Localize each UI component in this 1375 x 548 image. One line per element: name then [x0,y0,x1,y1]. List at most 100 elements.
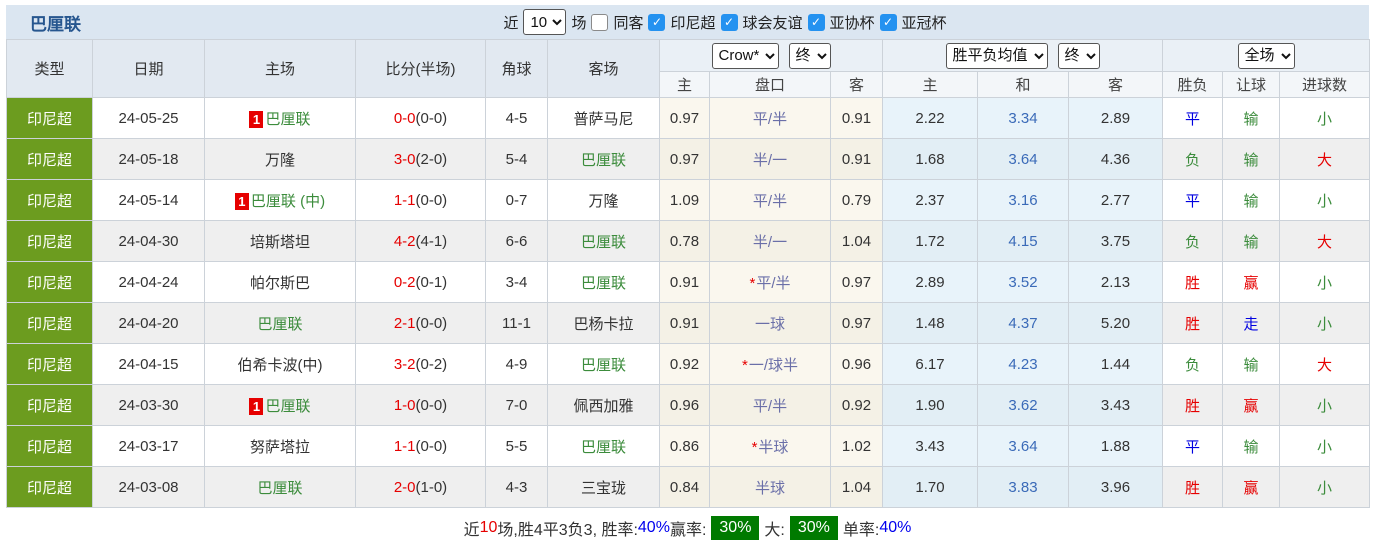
home-team-cell: 伯希卡波(中) [205,344,356,385]
subheader-goals: 进球数 [1280,72,1370,98]
rank-badge: 1 [235,193,249,210]
games-label: 场 [571,12,586,33]
odds-away-cell: 0.91 [831,98,883,139]
avg-away-cell: 4.36 [1069,139,1163,180]
match-stats-panel: 巴厘联 近 10 场 同客 印尼超 球会友谊 亚协杯 亚冠杯 类型 [0,0,1375,547]
corners-cell: 5-5 [486,426,548,467]
goals-result-cell: 小 [1280,98,1370,139]
league-filter-label-3: 亚冠杯 [902,12,947,33]
away-team-cell: 巴厘联 [548,139,660,180]
league-filter-checkbox-0[interactable] [648,14,665,31]
odds-home-cell: 0.78 [660,221,710,262]
score-cell: 1-1(0-0) [356,426,486,467]
away-team-cell: 巴杨卡拉 [548,303,660,344]
odds-away-cell: 0.97 [831,303,883,344]
handicap-cell: 半/一 [710,139,831,180]
summary-part: 大: [764,516,784,540]
scope-select[interactable]: 全场 [1238,43,1295,69]
avg-select-group: 胜平负均值终 [883,40,1163,72]
goals-result-cell: 小 [1280,385,1370,426]
corners-cell: 3-4 [486,262,548,303]
team-name: 巴厘联 [265,398,310,415]
recent-count-select[interactable]: 10 [523,9,566,35]
team-name: 普萨马尼 [573,111,633,128]
subheader-odds-away: 客 [831,72,883,98]
corners-cell: 4-5 [486,98,548,139]
odds-home-cell: 0.96 [660,385,710,426]
result-cell: 平 [1163,98,1223,139]
avg-time-select[interactable]: 终 [1058,43,1100,69]
result-cell: 胜 [1163,303,1223,344]
header-row-selects: 类型 日期 主场 比分(半场) 角球 客场 Crow*终 胜平负均值终 全场 [7,40,1370,72]
home-team-cell: 巴厘联 [205,303,356,344]
table-row: 印尼超24-05-251巴厘联0-0(0-0)4-5普萨马尼0.97平/半0.9… [7,98,1370,139]
corners-cell: 4-9 [486,344,548,385]
score-cell: 0-0(0-0) [356,98,486,139]
result-cell: 负 [1163,221,1223,262]
handicap-cell: 半球 [710,467,831,508]
league-cell: 印尼超 [7,180,93,221]
handicap-result-cell: 赢 [1223,467,1280,508]
summary-part: 40% [879,519,911,537]
odds-away-cell: 0.92 [831,385,883,426]
avg-home-cell: 1.72 [883,221,978,262]
avg-draw-cell: 3.64 [978,426,1069,467]
handicap-result-cell: 输 [1223,139,1280,180]
rank-badge: 1 [249,111,263,128]
same-venue-checkbox[interactable] [591,14,608,31]
result-cell: 平 [1163,426,1223,467]
league-cell: 印尼超 [7,98,93,139]
avg-home-cell: 1.68 [883,139,978,180]
avg-draw-cell: 3.83 [978,467,1069,508]
result-cell: 平 [1163,180,1223,221]
summary-part: 单率: [843,516,879,540]
handicap-cell: 平/半 [710,180,831,221]
top-bar: 巴厘联 近 10 场 同客 印尼超 球会友谊 亚协杯 亚冠杯 [6,5,1369,39]
handicap-result-cell: 输 [1223,180,1280,221]
table-row: 印尼超24-03-301巴厘联1-0(0-0)7-0佩西加雅0.96平/半0.9… [7,385,1370,426]
result-cell: 胜 [1163,467,1223,508]
odds-home-cell: 0.97 [660,98,710,139]
league-filter-label-0: 印尼超 [670,12,715,33]
odds-home-cell: 1.09 [660,180,710,221]
summary-part: 场,胜4平3负3, 胜率: [497,516,637,540]
home-team-cell: 巴厘联 [205,467,356,508]
col-header-corners: 角球 [486,40,548,98]
league-filter-checkbox-3[interactable] [880,14,897,31]
away-team-cell: 巴厘联 [548,262,660,303]
result-cell: 胜 [1163,262,1223,303]
avg-type-select[interactable]: 胜平负均值 [946,43,1048,69]
summary-part: 40% [638,519,670,537]
goals-result-cell: 大 [1280,221,1370,262]
league-cell: 印尼超 [7,262,93,303]
result-cell: 负 [1163,139,1223,180]
odds-time-select[interactable]: 终 [789,43,831,69]
subheader-handicap-result: 让球 [1223,72,1280,98]
avg-home-cell: 6.17 [883,344,978,385]
handicap-result-cell: 输 [1223,98,1280,139]
away-team-cell: 普萨马尼 [548,98,660,139]
team-name: 巴厘联 [581,439,626,456]
league-filter-checkbox-1[interactable] [721,14,738,31]
result-cell: 胜 [1163,385,1223,426]
subheader-avg-home: 主 [883,72,978,98]
corners-cell: 5-4 [486,139,548,180]
odds-away-cell: 1.04 [831,221,883,262]
handicap-cell: 平/半 [710,98,831,139]
home-team-cell: 1巴厘联 [205,385,356,426]
away-team-cell: 巴厘联 [548,344,660,385]
team-name: 巴厘联 [581,357,626,374]
table-row: 印尼超24-04-15伯希卡波(中)3-2(0-2)4-9巴厘联0.92*一/球… [7,344,1370,385]
league-filter-checkbox-2[interactable] [808,14,825,31]
filter-bar: 近 10 场 同客 印尼超 球会友谊 亚协杯 亚冠杯 [503,9,946,35]
table-row: 印尼超24-03-17努萨塔拉1-1(0-0)5-5巴厘联0.86*半球1.02… [7,426,1370,467]
avg-draw-cell: 3.62 [978,385,1069,426]
rank-badge: 1 [249,398,263,415]
odds-source-select[interactable]: Crow* [712,43,779,69]
avg-home-cell: 1.70 [883,467,978,508]
handicap-result-cell: 赢 [1223,262,1280,303]
handicap-cell: *一/球半 [710,344,831,385]
subheader-odds-handicap: 盘口 [710,72,831,98]
avg-draw-cell: 4.37 [978,303,1069,344]
home-team-cell: 帕尔斯巴 [205,262,356,303]
